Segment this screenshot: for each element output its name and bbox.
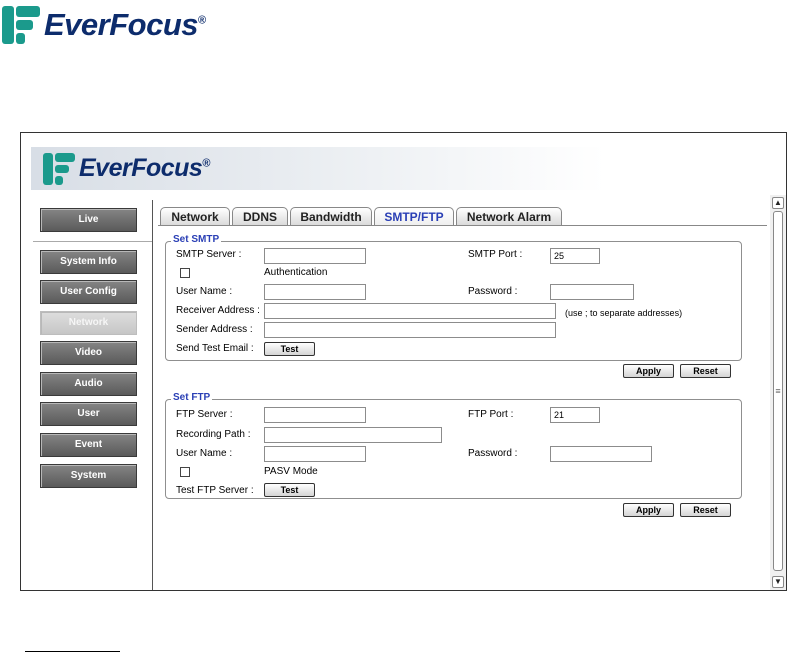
scroll-down-arrow-icon[interactable]: ▼ <box>772 576 784 588</box>
menu-event[interactable]: Event <box>40 433 137 457</box>
camera-web-ui: EverFocus® Live System Info User Config … <box>20 132 787 591</box>
menu-audio[interactable]: Audio <box>40 372 137 396</box>
smtp-server-label: SMTP Server : <box>176 249 242 260</box>
smtp-fieldset: Set SMTP SMTP Server : SMTP Port : Authe… <box>165 234 742 361</box>
footer-rule <box>25 651 120 652</box>
everfocus-logo-icon <box>2 6 40 44</box>
menu-system[interactable]: System <box>40 464 137 488</box>
menu-video[interactable]: Video <box>40 341 137 365</box>
ftp-port-label: FTP Port : <box>468 409 514 420</box>
ftp-fieldset: Set FTP FTP Server : FTP Port : Recordin… <box>165 392 742 499</box>
tab-network-alarm[interactable]: Network Alarm <box>456 207 562 226</box>
tab-network[interactable]: Network <box>160 207 230 226</box>
content-divider <box>152 200 153 590</box>
smtp-password-label: Password : <box>468 286 518 297</box>
menu-live[interactable]: Live <box>40 208 137 232</box>
tab-bandwidth[interactable]: Bandwidth <box>290 207 372 226</box>
scroll-up-arrow-icon[interactable]: ▲ <box>772 197 784 209</box>
smtp-test-button[interactable]: Test <box>264 342 315 356</box>
smtp-port-input[interactable] <box>550 248 600 264</box>
pasv-mode-checkbox[interactable] <box>180 467 190 477</box>
authentication-checkbox[interactable] <box>180 268 190 278</box>
smtp-legend: Set SMTP <box>171 234 222 245</box>
scrollbar-thumb[interactable]: ≡ <box>773 211 783 571</box>
ftp-server-input[interactable] <box>264 407 366 423</box>
smtp-server-input[interactable] <box>264 248 366 264</box>
sender-address-label: Sender Address : <box>176 324 253 335</box>
receiver-address-hint: (use ; to separate addresses) <box>565 308 683 318</box>
grip-icon: ≡ <box>775 386 781 396</box>
sender-address-input[interactable] <box>264 322 556 338</box>
ftp-port-input[interactable] <box>550 407 600 423</box>
menu-user[interactable]: User <box>40 402 137 426</box>
menu-network[interactable]: Network <box>40 311 137 335</box>
send-test-email-label: Send Test Email : <box>176 343 254 354</box>
tab-ddns[interactable]: DDNS <box>232 207 288 226</box>
menu-system-info[interactable]: System Info <box>40 250 137 274</box>
document-logo: EverFocus® <box>2 6 206 44</box>
receiver-address-label: Receiver Address : <box>176 305 260 316</box>
ftp-apply-button[interactable]: Apply <box>623 503 674 517</box>
pasv-mode-label: PASV Mode <box>264 466 318 477</box>
recording-path-label: Recording Path : <box>176 429 251 440</box>
ftp-legend: Set FTP <box>171 392 213 403</box>
smtp-password-input[interactable] <box>550 284 634 300</box>
ftp-password-input[interactable] <box>550 446 652 462</box>
ftp-server-label: FTP Server : <box>176 409 233 420</box>
ftp-user-name-label: User Name : <box>176 448 233 459</box>
smtp-user-name-input[interactable] <box>264 284 366 300</box>
smtp-reset-button[interactable]: Reset <box>680 364 731 378</box>
smtp-apply-button[interactable]: Apply <box>623 364 674 378</box>
tab-baseline <box>158 225 767 226</box>
ftp-user-name-input[interactable] <box>264 446 366 462</box>
menu-user-config[interactable]: User Config <box>40 280 137 304</box>
smtp-port-label: SMTP Port : <box>468 249 523 260</box>
brand-name: EverFocus® <box>44 7 206 42</box>
banner-brand-name: EverFocus® <box>79 154 210 182</box>
ftp-reset-button[interactable]: Reset <box>680 503 731 517</box>
ftp-password-label: Password : <box>468 448 518 459</box>
authentication-label: Authentication <box>264 267 328 278</box>
menu-divider <box>33 241 152 242</box>
tab-smtp-ftp[interactable]: SMTP/FTP <box>374 207 454 226</box>
vertical-scrollbar[interactable]: ▲ ≡ ▼ <box>770 195 786 590</box>
everfocus-logo-icon <box>43 152 75 185</box>
banner: EverFocus® <box>31 147 605 190</box>
smtp-user-name-label: User Name : <box>176 286 233 297</box>
recording-path-input[interactable] <box>264 427 442 443</box>
test-ftp-server-label: Test FTP Server : <box>176 485 254 496</box>
ftp-test-button[interactable]: Test <box>264 483 315 497</box>
receiver-address-input[interactable] <box>264 303 556 319</box>
